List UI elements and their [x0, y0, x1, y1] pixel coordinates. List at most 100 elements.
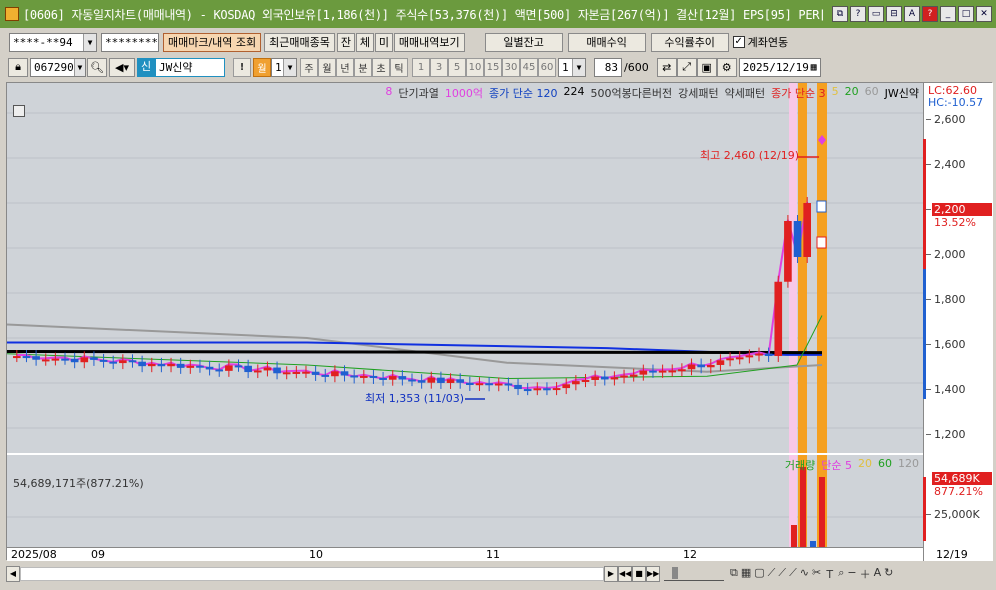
volume-legend-item[interactable]: 120	[898, 457, 919, 473]
volume-legend-item[interactable]: 60	[878, 457, 892, 473]
account-link-checkbox[interactable]: ✓ 계좌연동	[732, 34, 788, 50]
trend-tool-icon[interactable]: ⟋	[778, 566, 786, 582]
price-pane[interactable]: 8 단기과열 1000억 종가 단순 120 224 500억봉다른버전 강세패턴 약세패턴 종…	[6, 83, 923, 453]
trend-tool-icon[interactable]: ⟋	[768, 566, 776, 582]
print-icon[interactable]: ⊟	[886, 6, 902, 22]
forward-icon[interactable]: ▶▶	[646, 566, 660, 582]
arrows-icon[interactable]: ⇄	[656, 57, 677, 77]
frame-icon[interactable]: ▢	[754, 566, 764, 582]
legend-item[interactable]: 60	[865, 85, 879, 101]
font-size-icon[interactable]: A	[874, 566, 882, 582]
legend-item[interactable]: 8	[385, 85, 392, 101]
legend-item[interactable]: 224	[563, 85, 584, 101]
minute-5-button[interactable]: 5	[448, 57, 466, 77]
legend-item[interactable]: 강세패턴	[678, 85, 718, 101]
scroll-track[interactable]	[20, 567, 604, 581]
stock-code-input[interactable]: 067290 ▼	[30, 57, 86, 77]
minute-15-button[interactable]: 15	[484, 57, 502, 77]
maximize-button[interactable]: □	[958, 6, 974, 22]
chart-scrollbar[interactable]: ◀ ▶ ◀◀ ■ ▶▶ ⧉ ▦ ▢ ⟋ ⟋ ⟋ ∿ ✂ Ｔ ⌕ − ＋ A ↻	[6, 564, 992, 584]
close-button[interactable]: ✕	[976, 6, 992, 22]
legend-item[interactable]: 500억봉다른버전	[590, 85, 672, 101]
daily-balance-button[interactable]: 일별잔고	[484, 32, 563, 52]
cut-icon[interactable]: ✂	[812, 566, 821, 582]
return-trend-button[interactable]: 수익률추이	[650, 32, 729, 52]
trend-tool-icon[interactable]: ⟋	[789, 566, 797, 582]
stock-name-field[interactable]: JW신약	[155, 57, 225, 77]
volume-legend-item[interactable]: 단순 5	[821, 457, 852, 473]
text-tool-icon[interactable]: Ｔ	[824, 566, 835, 582]
display-count-input[interactable]: 83	[594, 57, 622, 77]
gear-icon[interactable]: ⚙	[716, 57, 737, 77]
stop-icon[interactable]: ■	[632, 566, 646, 582]
volume-pane[interactable]: 54,689,171주(877.21%) 거래량 단순 5 20 60 120	[7, 455, 923, 547]
executed-button[interactable]: 체	[355, 32, 374, 52]
period-year-button[interactable]: 년	[336, 57, 354, 77]
save-icon[interactable]: ▣	[696, 57, 717, 77]
minute-3-button[interactable]: 3	[430, 57, 448, 77]
period-tick-button[interactable]: 틱	[390, 57, 408, 77]
volume-legend-item[interactable]: 거래량	[785, 457, 815, 473]
period-second-button[interactable]: 초	[372, 57, 390, 77]
chevron-down-icon[interactable]: ▼	[73, 58, 85, 76]
zoom-slider[interactable]	[664, 567, 724, 581]
legend-item[interactable]: JW신약	[885, 85, 919, 101]
question-icon[interactable]: ?	[922, 6, 938, 22]
password-field[interactable]: ********	[101, 32, 159, 52]
chevron-down-icon[interactable]: ▼	[572, 58, 585, 76]
balance-button[interactable]: 잔	[336, 32, 355, 52]
zoom-icon[interactable]: ⤢	[676, 57, 697, 77]
trade-profit-button[interactable]: 매매수익	[567, 32, 646, 52]
search-icon[interactable]: 🔍︎	[87, 57, 107, 77]
period-week-button[interactable]: 주	[300, 57, 318, 77]
plus-icon[interactable]: ＋	[860, 566, 871, 582]
grid-icon[interactable]: ▦	[741, 566, 751, 582]
wave-icon[interactable]: ∿	[800, 566, 809, 582]
legend-item[interactable]: 5	[832, 85, 839, 101]
legend-item[interactable]: 20	[845, 85, 859, 101]
trade-mark-button[interactable]: 매매마크/내역 조회	[163, 32, 262, 52]
volume-legend-item[interactable]: 20	[858, 457, 872, 473]
date-input[interactable]: 2025/12/19 ▦	[738, 57, 821, 77]
recent-trades-button[interactable]: 최근매매종목	[264, 32, 335, 52]
refresh-icon[interactable]: ↻	[884, 566, 893, 582]
minus-icon[interactable]: −	[847, 566, 856, 582]
legend-item[interactable]: 종가 단순 120	[489, 85, 557, 101]
checkbox-icon[interactable]: ✓	[732, 36, 745, 48]
font-icon[interactable]: A	[904, 6, 920, 22]
legend-item[interactable]: 약세패턴	[725, 85, 765, 101]
link-icon[interactable]: ⧉	[832, 6, 848, 22]
unexecuted-button[interactable]: 미	[374, 32, 393, 52]
period-month2-button[interactable]: 월	[318, 57, 336, 77]
minute-60-button[interactable]: 60	[538, 57, 556, 77]
alert-icon[interactable]: !	[233, 57, 251, 77]
magnifier-icon[interactable]: ⌕	[838, 566, 844, 582]
legend-item[interactable]: 종가 단순 3	[771, 85, 825, 101]
screen-icon[interactable]: ▭	[868, 6, 884, 22]
help-icon[interactable]: ?	[850, 6, 866, 22]
chevron-down-icon[interactable]: ▼	[283, 58, 296, 76]
period-count-select[interactable]: 1 ▼	[271, 57, 297, 77]
legend-item[interactable]: 1000억	[445, 85, 483, 101]
scroll-right-icon[interactable]: ▶	[604, 566, 618, 582]
tick-count-select[interactable]: 1 ▼	[558, 57, 586, 77]
chart-area[interactable]: 8 단기과열 1000억 종가 단순 120 224 500억봉다른버전 강세패턴 약세패턴 종…	[6, 82, 993, 561]
chevron-down-icon[interactable]: ▼	[83, 33, 96, 51]
account-select[interactable]: ****-**94 ▼	[9, 32, 97, 52]
scroll-left-icon[interactable]: ◀	[6, 566, 20, 582]
period-month-button[interactable]: 월	[253, 57, 271, 77]
lock-icon[interactable]: 🔒︎	[8, 57, 28, 77]
minute-1-button[interactable]: 1	[412, 57, 430, 77]
minute-30-button[interactable]: 30	[502, 57, 520, 77]
minute-10-button[interactable]: 10	[466, 57, 484, 77]
period-minute-button[interactable]: 분	[354, 57, 372, 77]
calendar-icon[interactable]: ▦	[811, 62, 817, 73]
legend-item[interactable]: 단기과열	[398, 85, 438, 101]
minute-45-button[interactable]: 45	[520, 57, 538, 77]
minimize-button[interactable]: _	[940, 6, 956, 22]
speaker-icon[interactable]: ◀▾	[109, 57, 135, 77]
rewind-icon[interactable]: ◀◀	[618, 566, 632, 582]
zoom-slider-thumb[interactable]	[672, 567, 678, 579]
trade-history-button[interactable]: 매매내역보기	[393, 32, 465, 52]
copy-icon[interactable]: ⧉	[730, 566, 738, 582]
